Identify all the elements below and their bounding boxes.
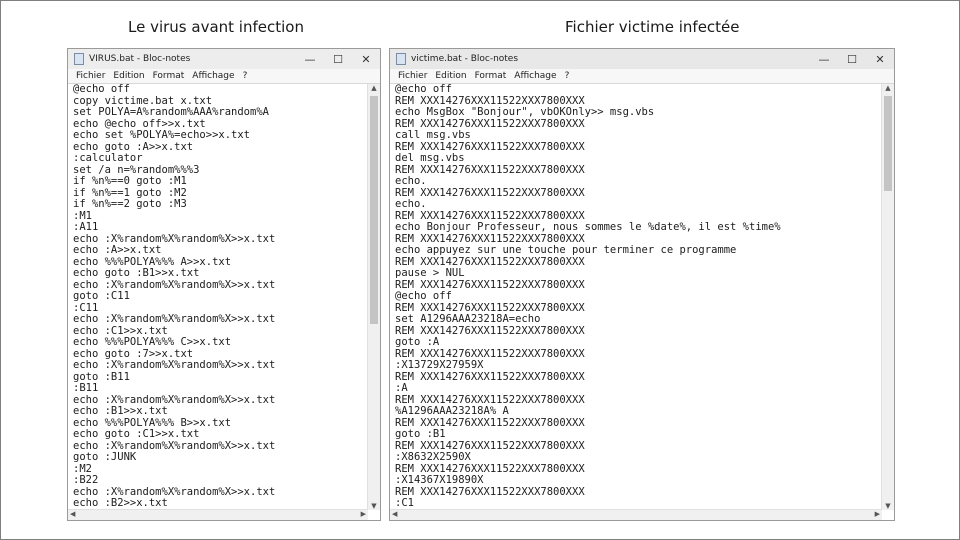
code-line: :A	[395, 382, 408, 394]
menu-edition[interactable]: Edition	[435, 71, 466, 81]
scroll-left-icon[interactable]: ◀	[392, 510, 397, 518]
minimize-button[interactable]: —	[810, 53, 838, 66]
scroll-thumb[interactable]	[370, 96, 378, 324]
code-line: %A1296AAA23218A% A	[395, 405, 509, 417]
code-line: :calculator	[73, 152, 143, 164]
vertical-scrollbar[interactable]: ▲ ▼	[367, 84, 380, 510]
code-line: REM XXX14276XXX11522XXX7800XXX	[395, 416, 585, 429]
code-line: if %n%==0 goto :M1	[73, 175, 187, 187]
scroll-right-icon[interactable]: ▶	[875, 510, 880, 518]
code-line: :A11	[73, 221, 99, 233]
code-line: echo.	[395, 198, 427, 210]
horizontal-scrollbar[interactable]: ◀ ▶	[68, 509, 368, 520]
close-button[interactable]: ✕	[352, 53, 380, 66]
code-line: goto :B11	[73, 370, 130, 383]
code-line: echo appuyez sur une touche pour termine…	[395, 244, 737, 256]
window-title: VIRUS.bat - Bloc-notes	[89, 54, 191, 64]
code-line: echo :X%random%X%random%X>>x.txt	[73, 313, 276, 325]
vertical-scrollbar[interactable]: ▲ ▼	[881, 84, 894, 510]
menu-bar: Fichier Edition Format Affichage ?	[68, 69, 380, 84]
scroll-up-icon[interactable]: ▲	[368, 84, 380, 92]
menu-affichage[interactable]: Affichage	[192, 71, 234, 81]
code-line: :M2	[73, 462, 92, 475]
code-line: REM XXX14276XXX11522XXX7800XXX	[395, 163, 585, 176]
code-line: :X14367X19890X	[395, 474, 484, 486]
code-line: del msg.vbs	[395, 152, 465, 164]
code-line: echo :B1>>x.txt	[73, 405, 168, 417]
code-line: goto :C11	[73, 290, 130, 302]
horizontal-scrollbar[interactable]: ◀ ▶	[390, 509, 882, 520]
code-line: @echo off	[73, 84, 130, 95]
scroll-thumb[interactable]	[884, 96, 892, 191]
code-line: echo MsgBox "Bonjour", vbOKOnly>> msg.vb…	[395, 106, 655, 118]
right-caption: Fichier victime infectée	[565, 18, 740, 36]
menu-fichier[interactable]: Fichier	[76, 71, 105, 81]
title-bar[interactable]: VIRUS.bat - Bloc-notes — ☐ ✕	[68, 49, 380, 69]
code-line: pause > NUL	[395, 267, 465, 279]
window-title: victime.bat - Bloc-notes	[411, 54, 519, 64]
text-area[interactable]: @echo off copy victime.bat x.txt set POLYA…	[68, 84, 368, 510]
title-bar[interactable]: victime.bat - Bloc-notes — ☐ ✕	[390, 49, 894, 69]
left-caption: Le virus avant infection	[128, 18, 304, 36]
maximize-button[interactable]: ☐	[838, 53, 866, 66]
menu-fichier[interactable]: Fichier	[398, 71, 427, 81]
scroll-left-icon[interactable]: ◀	[70, 510, 75, 518]
victim-notepad-window: victime.bat - Bloc-notes — ☐ ✕ Fichier E…	[389, 48, 895, 521]
code-line: echo :B2>>x.txt	[73, 497, 168, 509]
code-line: @echo off	[395, 84, 452, 95]
close-button[interactable]: ✕	[866, 53, 894, 66]
menu-help[interactable]: ?	[565, 71, 570, 81]
menu-help[interactable]: ?	[243, 71, 248, 81]
code-line: echo :X%random%X%random%X>>x.txt	[73, 359, 276, 371]
code-line: set A1296AAA23218A=echo	[395, 313, 541, 325]
code-line: :C1	[395, 497, 414, 509]
scroll-right-icon[interactable]: ▶	[361, 510, 366, 518]
code-line: echo goto :B1>>x.txt	[73, 267, 200, 279]
notepad-icon	[396, 53, 406, 65]
code-line: echo :A>>x.txt	[73, 244, 162, 256]
code-line: echo set %POLYA%=echo>>x.txt	[73, 129, 251, 141]
code-line: REM XXX14276XXX11522XXX7800XXX	[395, 485, 585, 498]
code-line: goto :JUNK	[73, 451, 137, 463]
maximize-button[interactable]: ☐	[324, 53, 352, 66]
code-line: echo %%%POLYA%%% C>>x.txt	[73, 336, 232, 348]
code-line: REM XXX14276XXX11522XXX7800XXX	[395, 278, 585, 291]
code-line: :X13729X27959X	[395, 359, 484, 371]
code-line: :B22	[73, 474, 99, 486]
scroll-down-icon[interactable]: ▼	[882, 502, 894, 510]
code-line: goto :A	[395, 336, 440, 348]
code-line: set POLYA=A%random%AAA%random%A	[73, 106, 269, 118]
code-line: goto :B1	[395, 428, 446, 440]
menu-bar: Fichier Edition Format Affichage ?	[390, 69, 894, 84]
code-line: echo.	[395, 175, 427, 187]
code-line: :M1	[73, 209, 92, 222]
code-line: @echo off	[395, 290, 452, 302]
minimize-button[interactable]: —	[296, 53, 324, 66]
notepad-icon	[74, 53, 84, 65]
menu-affichage[interactable]: Affichage	[514, 71, 556, 81]
text-area[interactable]: @echo off REM XXX14276XXX11522XXX7800XXX e…	[390, 84, 882, 510]
code-line: call msg.vbs	[395, 129, 471, 141]
code-line: echo goto :C1>>x.txt	[73, 428, 200, 440]
scroll-down-icon[interactable]: ▼	[368, 502, 380, 510]
virus-notepad-window: VIRUS.bat - Bloc-notes — ☐ ✕ Fichier Edi…	[67, 48, 381, 521]
code-line: :X8632X2590X	[395, 451, 471, 463]
menu-format[interactable]: Format	[153, 71, 185, 81]
code-line: REM XXX14276XXX11522XXX7800XXX	[395, 370, 585, 383]
scroll-up-icon[interactable]: ▲	[882, 84, 894, 92]
menu-format[interactable]: Format	[475, 71, 507, 81]
code-line: REM XXX14276XXX11522XXX7800XXX	[395, 186, 585, 199]
code-line: REM XXX14276XXX11522XXX7800XXX	[395, 324, 585, 337]
code-line: :B11	[73, 382, 99, 394]
code-line: echo Bonjour Professeur, nous sommes le …	[395, 221, 781, 233]
code-line: if %n%==2 goto :M3	[73, 198, 187, 210]
menu-edition[interactable]: Edition	[113, 71, 144, 81]
